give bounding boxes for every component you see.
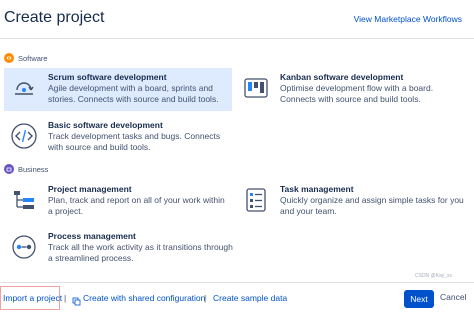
dialog-header: Create project View Marketplace Workflow… xyxy=(0,0,474,38)
card-basic[interactable]: Basic software development Track develop… xyxy=(4,116,232,156)
header-divider xyxy=(0,38,474,39)
business-section-label: Business xyxy=(18,164,49,174)
page-title: Create project xyxy=(4,9,105,26)
card-kanban-title: Kanban software development xyxy=(280,72,404,82)
next-button[interactable]: Next xyxy=(404,290,434,308)
footer-separator: | xyxy=(64,293,67,303)
card-project-management-desc: Plan, track and report on all of your wo… xyxy=(48,195,225,216)
card-process-management-title: Process management xyxy=(48,231,136,241)
checklist-icon xyxy=(240,184,272,216)
card-process-management-desc: Track all the work activity as it transi… xyxy=(48,242,233,263)
business-section-header: Business xyxy=(4,164,48,174)
card-basic-desc: Track development tasks and bugs. Connec… xyxy=(48,131,221,152)
footer-separator-2: | xyxy=(204,293,207,303)
card-process-management[interactable]: Process management Track all the work ac… xyxy=(4,227,233,271)
software-icon xyxy=(4,53,14,63)
scrum-loop-icon xyxy=(8,72,40,104)
card-basic-title: Basic software development xyxy=(48,120,163,130)
watermark: CSDN @Kay_xx xyxy=(415,273,453,279)
card-kanban-desc: Optimise development flow with a board. … xyxy=(280,83,434,104)
process-flow-icon xyxy=(8,231,40,263)
project-tree-icon xyxy=(8,184,40,216)
code-icon xyxy=(8,120,40,152)
card-scrum-desc: Agile development with a board, sprints … xyxy=(48,83,219,104)
card-project-management[interactable]: Project management Plan, track and repor… xyxy=(4,180,232,224)
footer-divider xyxy=(0,282,474,283)
card-kanban[interactable]: Kanban software development Optimise dev… xyxy=(236,68,464,111)
import-project-link[interactable]: Import a project xyxy=(3,293,62,303)
business-icon xyxy=(4,164,14,174)
kanban-board-icon xyxy=(240,72,272,104)
create-sample-data-link[interactable]: Create sample data xyxy=(213,293,287,303)
card-task-management[interactable]: Task management Quickly organize and ass… xyxy=(236,180,464,224)
view-marketplace-workflows-link[interactable]: View Marketplace Workflows xyxy=(354,14,462,24)
card-scrum[interactable]: Scrum software development Agile develop… xyxy=(4,68,232,111)
card-task-management-title: Task management xyxy=(280,184,354,194)
card-task-management-desc: Quickly organize and assign simple tasks… xyxy=(280,195,464,216)
shared-config-icon xyxy=(72,293,81,311)
card-project-management-title: Project management xyxy=(48,184,132,194)
create-shared-configuration-link[interactable]: Create with shared configuration xyxy=(83,293,205,303)
cancel-button[interactable]: Cancel xyxy=(440,292,466,302)
software-section-header: Software xyxy=(4,53,48,63)
card-scrum-title: Scrum software development xyxy=(48,72,167,82)
software-section-label: Software xyxy=(18,53,48,63)
